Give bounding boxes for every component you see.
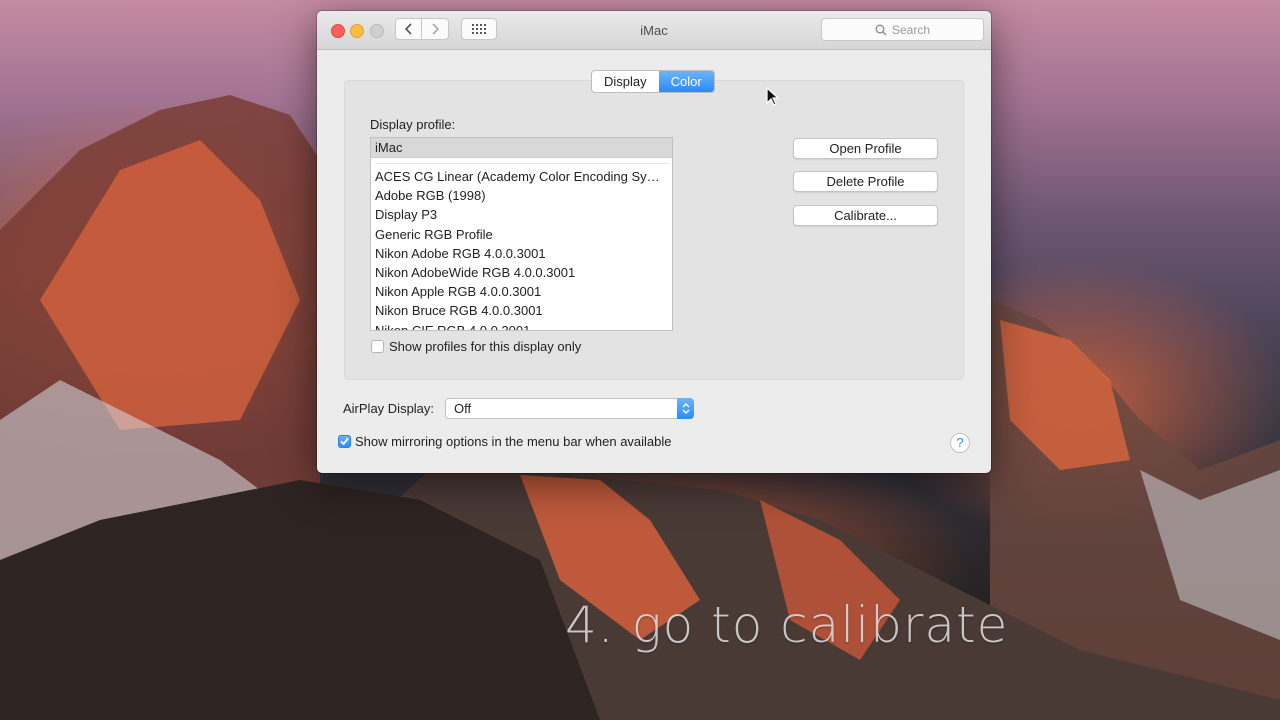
search-field[interactable]: Search [821, 18, 984, 41]
list-item[interactable]: Nikon CIE RGB 4.0.0.3001 [371, 321, 672, 331]
search-placeholder: Search [891, 22, 931, 37]
mirroring-label: Show mirroring options in the menu bar w… [355, 434, 672, 449]
calibrate-button[interactable]: Calibrate... [793, 205, 938, 226]
search-icon [875, 24, 887, 35]
display-profile-list[interactable]: iMac ACES CG Linear (Academy Color Encod… [370, 137, 673, 331]
list-item-selected[interactable]: iMac [371, 138, 672, 158]
video-caption: 4. go to calibrate [565, 596, 1009, 654]
system-preferences-window: iMac Search Display Color Display profil… [317, 11, 991, 473]
list-item[interactable]: Display P3 [371, 205, 672, 224]
mouse-pointer-icon [766, 87, 780, 106]
list-item[interactable]: ACES CG Linear (Academy Color Encoding S… [371, 167, 672, 186]
delete-profile-button[interactable]: Delete Profile [793, 171, 938, 192]
display-profile-label: Display profile: [370, 117, 456, 132]
list-item[interactable]: Nikon Apple RGB 4.0.0.3001 [371, 282, 672, 301]
list-item[interactable]: Nikon AdobeWide RGB 4.0.0.3001 [371, 263, 672, 282]
show-profiles-checkbox[interactable] [371, 340, 384, 353]
titlebar: iMac Search [317, 11, 991, 50]
airplay-select[interactable]: Off [445, 398, 694, 419]
open-profile-button[interactable]: Open Profile [793, 138, 938, 159]
mirroring-checkbox[interactable] [338, 435, 351, 448]
list-item[interactable]: Generic RGB Profile [371, 225, 672, 244]
updown-arrows-icon [677, 398, 694, 419]
help-button[interactable]: ? [950, 433, 970, 453]
list-separator [375, 163, 668, 164]
list-item[interactable]: Adobe RGB (1998) [371, 186, 672, 205]
checkmark-icon [340, 437, 349, 446]
tab-color[interactable]: Color [658, 71, 714, 92]
show-profiles-label: Show profiles for this display only [389, 339, 582, 354]
segmented-tabs: Display Color [591, 70, 715, 93]
airplay-label: AirPlay Display: [343, 401, 435, 416]
list-item[interactable]: Nikon Bruce RGB 4.0.0.3001 [371, 301, 672, 320]
list-item[interactable]: Nikon Adobe RGB 4.0.0.3001 [371, 244, 672, 263]
tab-display[interactable]: Display [592, 71, 659, 92]
airplay-select-value: Off [454, 401, 472, 416]
